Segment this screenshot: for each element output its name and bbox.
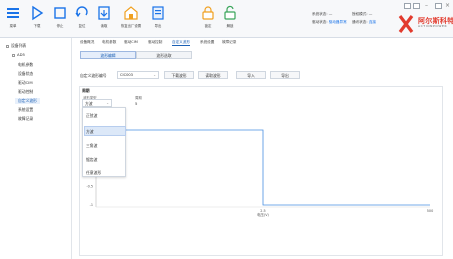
dropdown-item-arbitrary[interactable]: 任意波形 bbox=[86, 170, 101, 176]
dropdown-item-triangle[interactable]: 三角波 bbox=[86, 143, 97, 149]
waveform-type-dropdown: 正弦波 方波 三角波 锯齿波 任意波形 bbox=[82, 107, 126, 177]
dropdown-item-sawtooth[interactable]: 锯齿波 bbox=[86, 157, 97, 163]
y-tick-label: -0.5 bbox=[86, 184, 93, 188]
waveform-chart: 0.5-0.5-12.5500电压(V)电流 bbox=[84, 122, 433, 217]
dropdown-item-sine[interactable]: 正弦波 bbox=[86, 113, 97, 119]
series-line-0 bbox=[96, 129, 430, 206]
x-axis-label: 电压(V) bbox=[257, 212, 269, 217]
x-tick-label: 500 bbox=[427, 209, 433, 213]
y-tick-label: -1 bbox=[90, 203, 93, 207]
dropdown-item-square[interactable]: 方波 bbox=[86, 129, 94, 135]
